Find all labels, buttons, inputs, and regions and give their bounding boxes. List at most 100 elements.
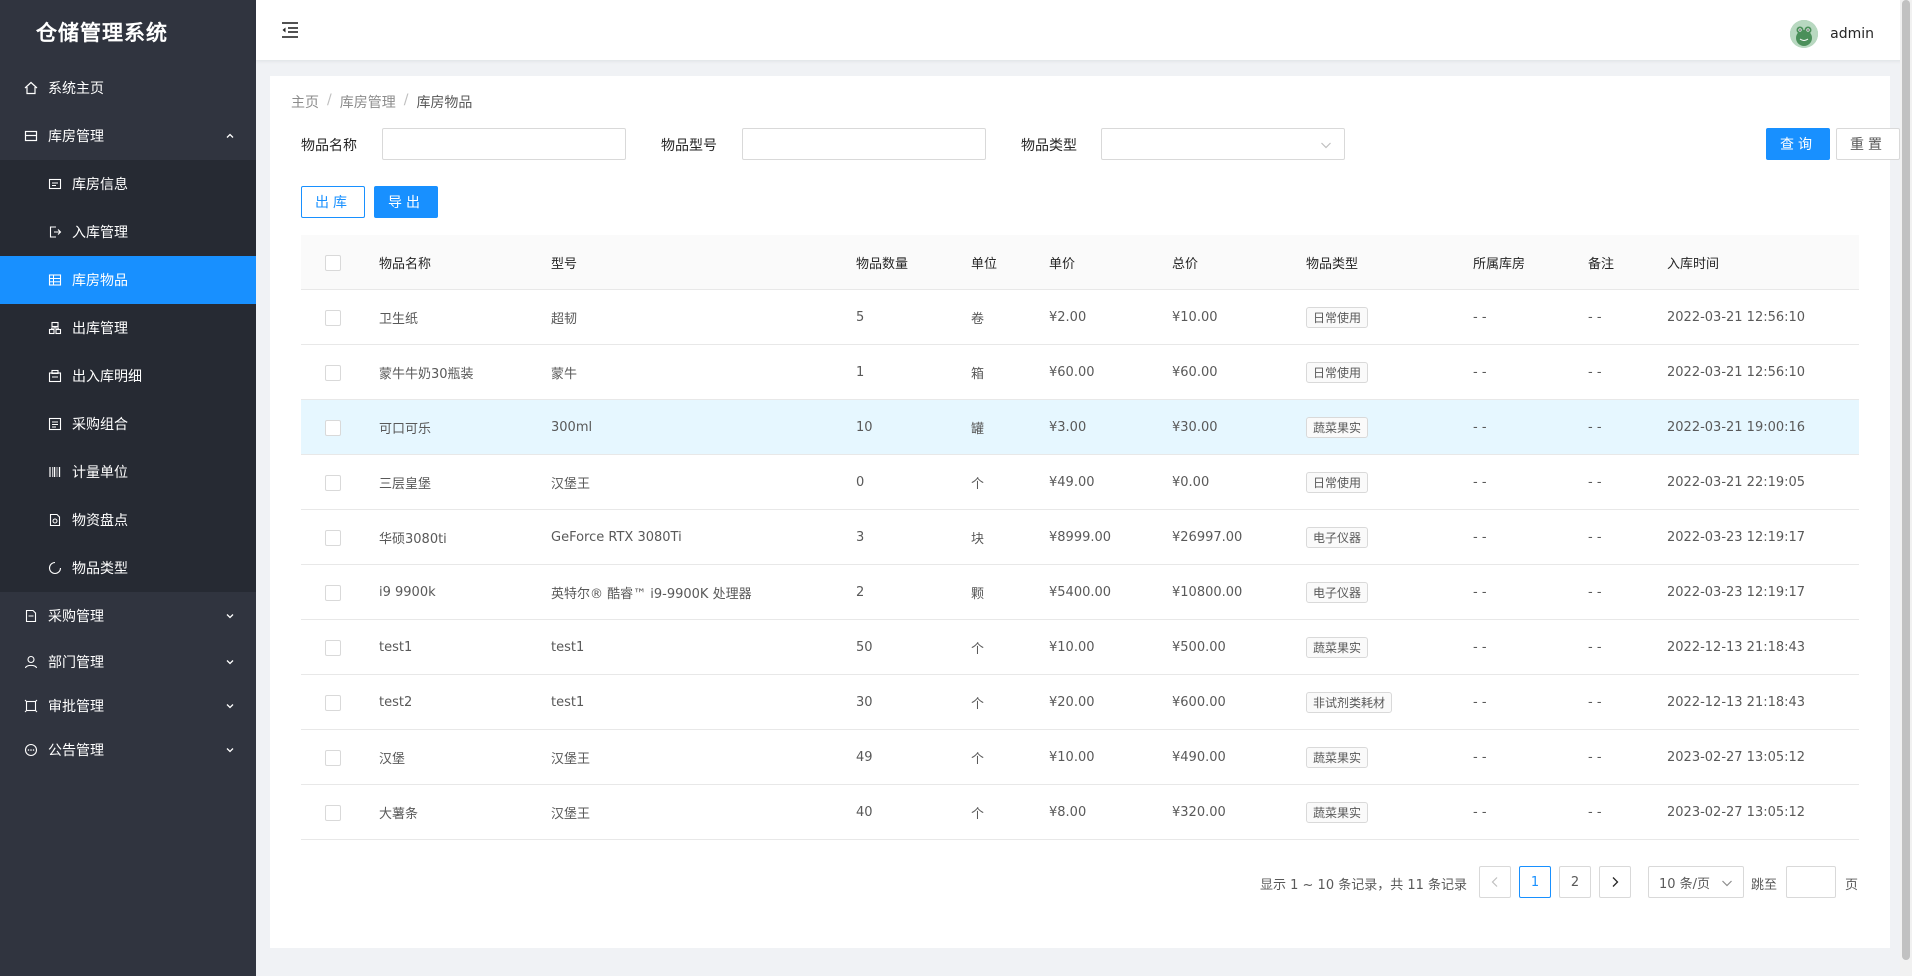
breadcrumb-current: 库房物品 bbox=[416, 95, 473, 111]
column-header[interactable]: 型号 bbox=[551, 235, 577, 290]
breadcrumb-storage[interactable]: 库房管理 bbox=[340, 92, 396, 112]
combo-icon bbox=[48, 417, 62, 431]
cell-unit: 块 bbox=[971, 532, 985, 547]
next-page-button[interactable] bbox=[1599, 866, 1631, 898]
sidebar-item-storehouse-items[interactable]: 库房物品 bbox=[0, 256, 256, 304]
prev-page-button[interactable] bbox=[1479, 866, 1511, 898]
cell-model: 汉堡王 bbox=[551, 807, 591, 822]
column-header[interactable]: 所属库房 bbox=[1473, 235, 1525, 290]
table-row[interactable]: i9 9900k 英特尔® 酷睿™ i9-9900K 处理器 2 颗 ¥5400.00 ¥… bbox=[301, 565, 1859, 620]
column-header[interactable]: 入库时间 bbox=[1667, 235, 1719, 290]
table-row[interactable]: 大薯条 汉堡王 40 个 ¥8.00 ¥320.00 蔬菜果实 - - - - 2023-02-2… bbox=[301, 785, 1859, 840]
column-header[interactable]: 物品名称 bbox=[379, 235, 431, 290]
cell-model: 汉堡王 bbox=[551, 477, 591, 492]
row-checkbox[interactable] bbox=[325, 804, 341, 821]
cell-price: ¥3.00 bbox=[1049, 420, 1087, 435]
item-model-input[interactable] bbox=[742, 128, 986, 160]
cell-time: 2022-03-21 22:19:05 bbox=[1667, 475, 1806, 490]
avatar[interactable] bbox=[1790, 20, 1819, 48]
column-header[interactable]: 备注 bbox=[1588, 235, 1614, 290]
cell-storehouse: - - bbox=[1473, 530, 1487, 545]
row-checkbox[interactable] bbox=[325, 309, 341, 326]
select-all-checkbox[interactable] bbox=[325, 254, 341, 271]
cell-name: 大薯条 bbox=[379, 807, 419, 822]
column-header[interactable]: 物品数量 bbox=[856, 235, 908, 290]
cell-price: ¥8.00 bbox=[1049, 805, 1087, 820]
cell-storehouse: - - bbox=[1473, 805, 1487, 820]
page-button-1[interactable]: 1 bbox=[1519, 866, 1551, 898]
reset-button[interactable]: 重置 bbox=[1836, 128, 1900, 160]
sidebar-item-io-detail[interactable]: 出入库明细 bbox=[0, 352, 256, 400]
cell-total: ¥0.00 bbox=[1172, 475, 1210, 490]
chevron-down-icon bbox=[224, 656, 236, 668]
sidebar-item-home[interactable]: 系统主页 bbox=[0, 64, 256, 112]
cell-unit: 个 bbox=[971, 697, 985, 712]
sidebar-item-storage[interactable]: 库房管理 bbox=[0, 112, 256, 160]
column-header[interactable]: 总价 bbox=[1172, 235, 1198, 290]
table-body: 卫生纸 超韧 5 卷 ¥2.00 ¥10.00 日常使用 - - - - 2022-03-21 1… bbox=[301, 290, 1859, 840]
menu-fold-icon[interactable] bbox=[280, 20, 300, 40]
row-checkbox[interactable] bbox=[325, 639, 341, 656]
scrollbar-thumb[interactable] bbox=[1902, 0, 1910, 960]
table-row[interactable]: 蒙牛牛奶30瓶装 蒙牛 1 箱 ¥60.00 ¥60.00 日常使用 - - - - 2022-0… bbox=[301, 345, 1859, 400]
item-name-input[interactable] bbox=[382, 128, 626, 160]
column-header[interactable]: 单位 bbox=[971, 235, 997, 290]
row-checkbox[interactable] bbox=[325, 474, 341, 491]
column-header[interactable]: 单价 bbox=[1049, 235, 1075, 290]
sidebar-item-outbound[interactable]: 出库管理 bbox=[0, 304, 256, 352]
row-checkbox[interactable] bbox=[325, 529, 341, 546]
row-checkbox[interactable] bbox=[325, 364, 341, 381]
chevron-down-icon bbox=[224, 744, 236, 756]
table-row[interactable]: test1 test1 50 个 ¥10.00 ¥500.00 蔬菜果实 - - - - 2022… bbox=[301, 620, 1859, 675]
sidebar-item-inventory[interactable]: 物资盘点 bbox=[0, 496, 256, 544]
sidebar-item-purchase[interactable]: 采购管理 bbox=[0, 592, 256, 640]
sidebar-item-notice[interactable]: 公告管理 bbox=[0, 728, 256, 772]
table-row[interactable]: test2 test1 30 个 ¥20.00 ¥600.00 非试剂类耗材 - - - - 20… bbox=[301, 675, 1859, 730]
cell-unit: 个 bbox=[971, 752, 985, 767]
sidebar-item-purchase-combo[interactable]: 采购组合 bbox=[0, 400, 256, 448]
breadcrumb-home[interactable]: 主页 bbox=[291, 92, 319, 112]
page-size-select[interactable]: 10 条/页 bbox=[1648, 866, 1744, 898]
cell-name: test1 bbox=[379, 640, 413, 655]
chevron-right-icon bbox=[1612, 877, 1619, 887]
sidebar-item-inbound[interactable]: 入库管理 bbox=[0, 208, 256, 256]
row-checkbox[interactable] bbox=[325, 584, 341, 601]
row-checkbox[interactable] bbox=[325, 419, 341, 436]
cell-storehouse: - - bbox=[1473, 585, 1487, 600]
sidebar-item-approval[interactable]: 审批管理 bbox=[0, 684, 256, 728]
cell-qty: 49 bbox=[856, 750, 873, 765]
breadcrumb-separator: / bbox=[403, 92, 409, 108]
sidebar-item-item-type[interactable]: 物品类型 bbox=[0, 544, 256, 592]
row-checkbox[interactable] bbox=[325, 749, 341, 766]
cell-total: ¥10800.00 bbox=[1172, 585, 1243, 600]
purchase-icon bbox=[24, 609, 38, 623]
sidebar-item-department[interactable]: 部门管理 bbox=[0, 640, 256, 684]
item-name-label: 物品名称 bbox=[301, 138, 357, 154]
sidebar-item-unit[interactable]: 计量单位 bbox=[0, 448, 256, 496]
type-tag: 电子仪器 bbox=[1306, 527, 1369, 548]
row-checkbox[interactable] bbox=[325, 694, 341, 711]
table-row[interactable]: 卫生纸 超韧 5 卷 ¥2.00 ¥10.00 日常使用 - - - - 2022-03-21 1… bbox=[301, 290, 1859, 345]
outbound-button[interactable]: 出库 bbox=[301, 186, 365, 218]
chevron-up-icon bbox=[224, 130, 236, 142]
cell-type: 电子仪器 bbox=[1306, 565, 1369, 620]
checkbox-cell bbox=[325, 620, 341, 675]
cell-total: ¥320.00 bbox=[1172, 805, 1226, 820]
user-menu[interactable]: admin bbox=[1790, 20, 1874, 48]
column-header[interactable]: 物品类型 bbox=[1306, 235, 1358, 290]
export-button[interactable]: 导出 bbox=[374, 186, 438, 218]
cell-remark: - - bbox=[1588, 585, 1602, 600]
table-row[interactable]: 可口可乐 300ml 10 罐 ¥3.00 ¥30.00 蔬菜果实 - - - - 2022-03… bbox=[301, 400, 1859, 455]
table-row[interactable]: 华硕3080ti GeForce RTX 3080Ti 3 块 ¥8999.00 ¥269… bbox=[301, 510, 1859, 565]
type-tag: 蔬菜果实 bbox=[1306, 417, 1369, 438]
table-row[interactable]: 三层皇堡 汉堡王 0 个 ¥49.00 ¥0.00 日常使用 - - - - 2022-03-21… bbox=[301, 455, 1859, 510]
cell-unit: 箱 bbox=[971, 367, 985, 382]
vertical-scrollbar[interactable] bbox=[1900, 0, 1912, 976]
cell-type: 蔬菜果实 bbox=[1306, 620, 1369, 675]
table-row[interactable]: 汉堡 汉堡王 49 个 ¥10.00 ¥490.00 蔬菜果实 - - - - 2023-02-2… bbox=[301, 730, 1859, 785]
page-button-2[interactable]: 2 bbox=[1559, 866, 1591, 898]
jump-page-input[interactable] bbox=[1786, 866, 1836, 898]
sidebar-item-storehouse-info[interactable]: 库房信息 bbox=[0, 160, 256, 208]
query-button[interactable]: 查询 bbox=[1766, 128, 1830, 160]
item-type-select[interactable] bbox=[1101, 128, 1345, 160]
